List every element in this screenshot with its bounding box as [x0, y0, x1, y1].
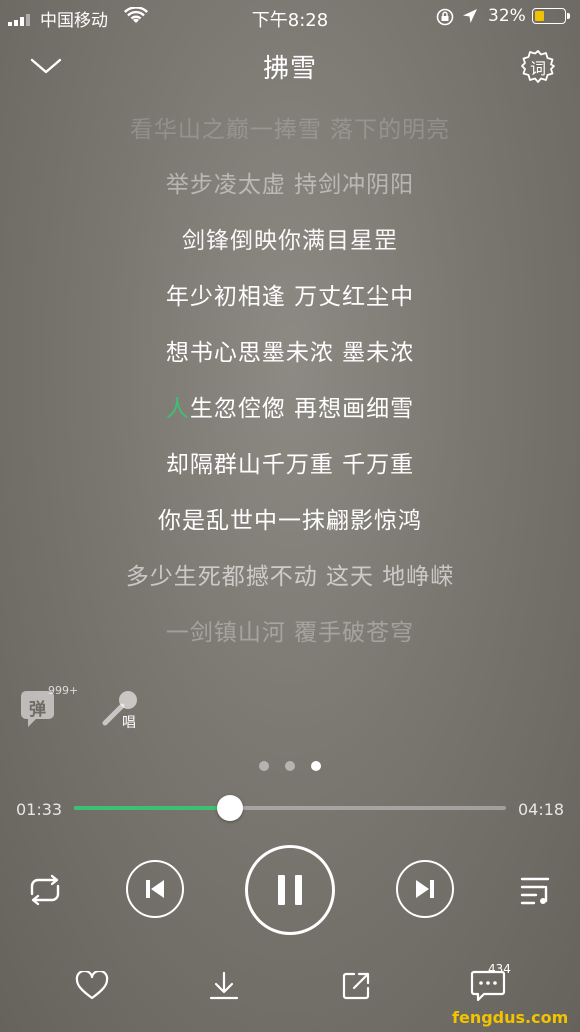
battery-icon: [532, 8, 572, 26]
heart-icon: [75, 971, 109, 1000]
pause-button[interactable]: [245, 845, 335, 935]
current-lyric-rest: 生忽倥偬 再想画细雪: [189, 396, 415, 422]
lyrics-button-label: 词: [529, 59, 546, 78]
lyric-line: 你是乱世中一抹翩影惊鸿: [158, 508, 422, 534]
lyrics-panel[interactable]: 看华山之巅一捧雪 落下的明亮 举步凌太虚 持剑冲阴阳 剑锋倒映你满目星罡 年少初…: [0, 100, 580, 660]
progress-thumb[interactable]: [216, 795, 243, 821]
orientation-lock-icon: [436, 8, 454, 31]
comments-button[interactable]: 434: [468, 962, 528, 1006]
watermark: fengdus.com: [452, 1008, 569, 1027]
download-button[interactable]: [204, 966, 244, 1006]
playlist-icon: [520, 877, 550, 905]
like-button[interactable]: [72, 966, 112, 1006]
lyric-line: 多少生死都撼不动 这天 地峥嵘: [125, 564, 455, 590]
danmu-button[interactable]: 弹 999+: [20, 684, 84, 732]
page-dot[interactable]: [259, 761, 269, 771]
page-dot-active[interactable]: [311, 761, 321, 771]
lyric-line: 剑锋倒映你满目星罡: [182, 228, 398, 254]
progress-track[interactable]: [74, 795, 506, 821]
repeat-icon: [30, 874, 60, 906]
current-time: 01:33: [16, 800, 63, 819]
previous-button[interactable]: [126, 860, 184, 918]
battery-percent: 32%: [488, 6, 526, 26]
current-lyric-highlight: 人: [165, 396, 190, 422]
repeat-mode-button[interactable]: [22, 870, 68, 910]
danmu-count: 999+: [48, 684, 79, 697]
share-button[interactable]: [336, 966, 376, 1006]
location-arrow-icon: [462, 8, 478, 29]
playlist-button[interactable]: [514, 870, 560, 910]
comment-count: 434: [488, 962, 511, 976]
skip-next-icon: [416, 880, 434, 898]
pause-icon: [278, 875, 302, 905]
page-indicator: [259, 761, 323, 773]
sing-button[interactable]: 唱: [100, 688, 148, 732]
lyric-line: 一剑镇山河 覆手破苍穹: [165, 620, 415, 646]
download-icon: [209, 971, 239, 1000]
skip-previous-icon: [146, 880, 164, 898]
lyric-line: 想书心思墨未浓 墨未浓: [165, 340, 415, 366]
lyric-line: 年少初相逢 万丈红尘中: [165, 284, 415, 310]
status-bar: 中国移动 下午8:28 32%: [0, 0, 580, 32]
current-lyric-line: 人生忽倥偬 再想画细雪: [0, 389, 580, 423]
page-dot[interactable]: [285, 761, 295, 771]
progress-fill: [74, 806, 230, 810]
share-icon: [342, 972, 370, 1000]
sing-label: 唱: [122, 715, 136, 731]
lyrics-settings-button[interactable]: 词: [520, 48, 556, 84]
next-button[interactable]: [396, 860, 454, 918]
lyric-line: 却隔群山千万重 千万重: [165, 452, 415, 478]
lyric-line: 看华山之巅一捧雪 落下的明亮: [129, 117, 451, 143]
lyric-line: 举步凌太虚 持剑冲阴阳: [165, 172, 415, 198]
song-title: 拂雪: [262, 54, 317, 84]
danmu-label: 弹: [29, 700, 46, 720]
total-time: 04:18: [518, 800, 565, 819]
